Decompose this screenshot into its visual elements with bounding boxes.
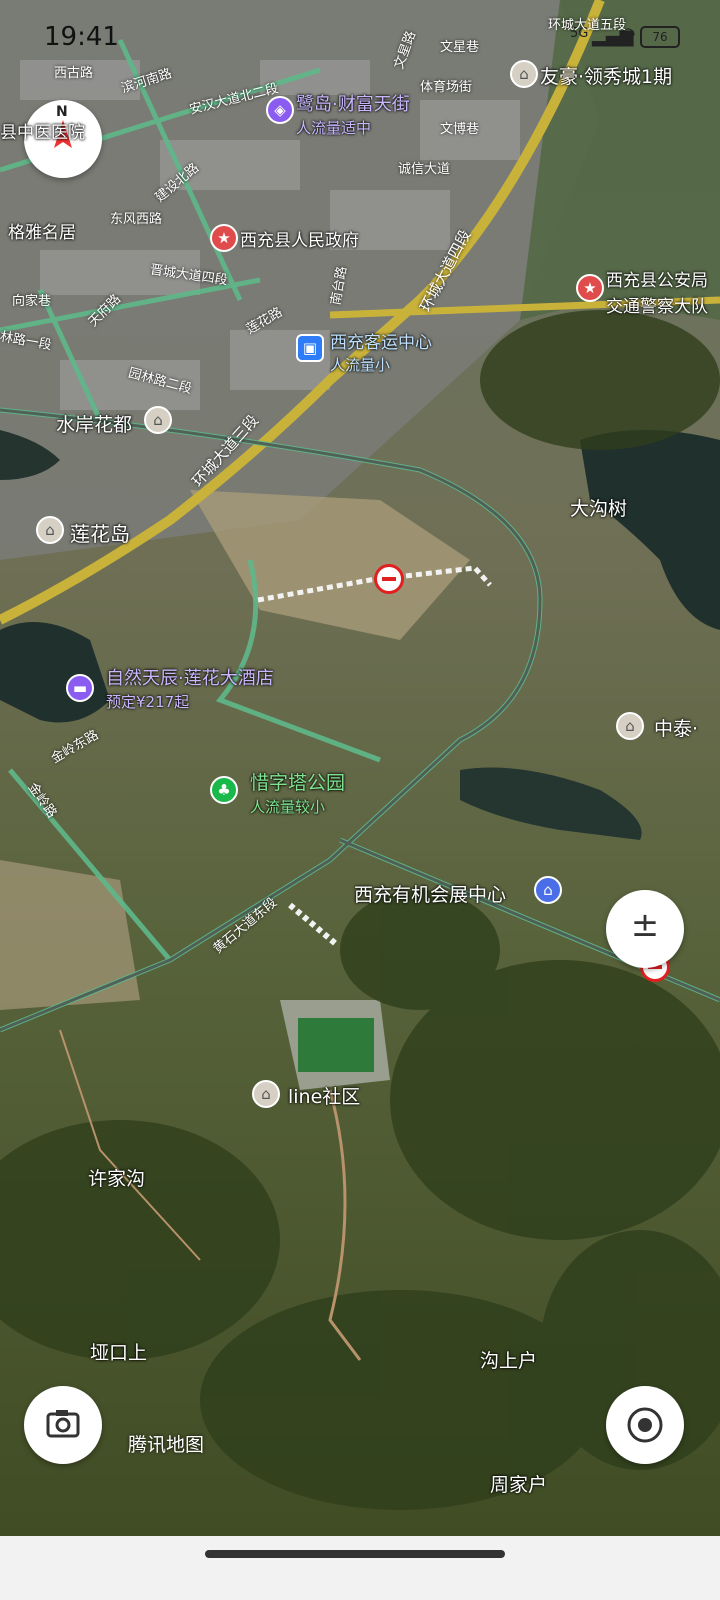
home-indicator[interactable]: [205, 1550, 505, 1558]
status-time: 19:41: [44, 22, 119, 52]
building-icon[interactable]: ⌂: [36, 516, 64, 544]
road-closure-icon[interactable]: [374, 564, 404, 594]
poi-hospital-label[interactable]: 县中医医院: [0, 118, 85, 143]
road-label: 东风西路: [110, 212, 163, 227]
poi-bus-center-status: 人流量小: [330, 356, 391, 374]
building-icon[interactable]: ⌂: [510, 60, 538, 88]
system-nav-area: [0, 1536, 720, 1600]
police-icon[interactable]: ★: [576, 274, 604, 302]
poi-ludao-name: 鹭岛·财富天街: [296, 94, 410, 115]
poi-police-line1: 西充县公安局: [606, 271, 708, 291]
hotel-icon[interactable]: ▬: [66, 674, 94, 702]
road-label: 体育场街: [420, 80, 473, 95]
road-label: 西古路: [54, 66, 94, 81]
shopping-bag-icon[interactable]: ◈: [266, 96, 294, 124]
museum-icon[interactable]: ⌂: [534, 876, 562, 904]
poi-youhao-label[interactable]: 友豪·领秀城1期: [540, 62, 672, 89]
battery-icon: 76: [640, 26, 680, 48]
poi-bus-center-label[interactable]: 西充客运中心 人流量小: [330, 328, 432, 375]
government-icon[interactable]: ★: [210, 224, 238, 252]
poi-hotel-name: 自然天辰·莲花大酒店: [106, 668, 274, 689]
poi-lianhuadao-label[interactable]: 莲花岛: [70, 518, 130, 547]
place-xujiagou-label[interactable]: 许家沟: [88, 1164, 145, 1191]
bus-station-icon[interactable]: ▣: [296, 334, 324, 362]
poi-gexiaming-label[interactable]: 格雅名居: [8, 218, 76, 243]
road-label: 环城大道五段: [548, 18, 627, 33]
poi-county-gov-label[interactable]: 西充县人民政府: [240, 226, 359, 251]
place-yakoushang-label[interactable]: 垭口上: [90, 1338, 147, 1365]
poi-park-name: 惜字塔公园: [250, 772, 346, 794]
poi-hotel-price: 预定¥217起: [106, 693, 190, 711]
place-zhoujiahu-label[interactable]: 周家户: [490, 1470, 547, 1497]
zoom-button[interactable]: ±: [606, 890, 684, 968]
road-label: 文博巷: [440, 122, 480, 137]
camera-icon: [46, 1410, 80, 1438]
building-icon[interactable]: ⌂: [144, 406, 172, 434]
poi-police-label[interactable]: 西充县公安局 交通警察大队: [606, 266, 708, 317]
map-watermark: 腾讯地图: [128, 1434, 205, 1456]
building-icon[interactable]: ⌂: [616, 712, 644, 740]
poi-hotel-label[interactable]: 自然天辰·莲花大酒店 预定¥217起: [106, 664, 274, 712]
poi-zhongtai-label[interactable]: 中泰·: [654, 714, 698, 741]
poi-bus-center-name: 西充客运中心: [330, 333, 432, 353]
road-label: 诚信大道: [398, 162, 451, 177]
building-icon[interactable]: ⌂: [252, 1080, 280, 1108]
poi-park-label[interactable]: 惜字塔公园 人流量较小: [250, 768, 345, 817]
poi-ludao-label[interactable]: 鹭岛·财富天街 人流量适中: [296, 90, 410, 138]
road-label: 向家巷: [12, 294, 52, 309]
location-target-icon: [627, 1407, 663, 1443]
road-label: 文星巷: [440, 40, 480, 55]
poi-shuian-label[interactable]: 水岸花都: [56, 410, 132, 437]
poi-line-community-label[interactable]: line社区: [288, 1082, 360, 1109]
camera-button[interactable]: [24, 1386, 102, 1464]
park-icon[interactable]: ♣: [210, 776, 238, 804]
poi-police-line2: 交通警察大队: [606, 297, 708, 317]
place-goushanghu-label[interactable]: 沟上户: [480, 1346, 537, 1373]
poi-ludao-status: 人流量适中: [296, 119, 372, 137]
poi-expo-label[interactable]: 西充有机会展中心: [354, 880, 506, 907]
status-bar: 19:41 5G ▂▄▆ ◠ 76: [0, 0, 720, 70]
poi-park-status: 人流量较小: [250, 798, 326, 816]
poi-dagoushu-label[interactable]: 大沟树: [570, 494, 627, 521]
locate-button[interactable]: [606, 1386, 684, 1464]
